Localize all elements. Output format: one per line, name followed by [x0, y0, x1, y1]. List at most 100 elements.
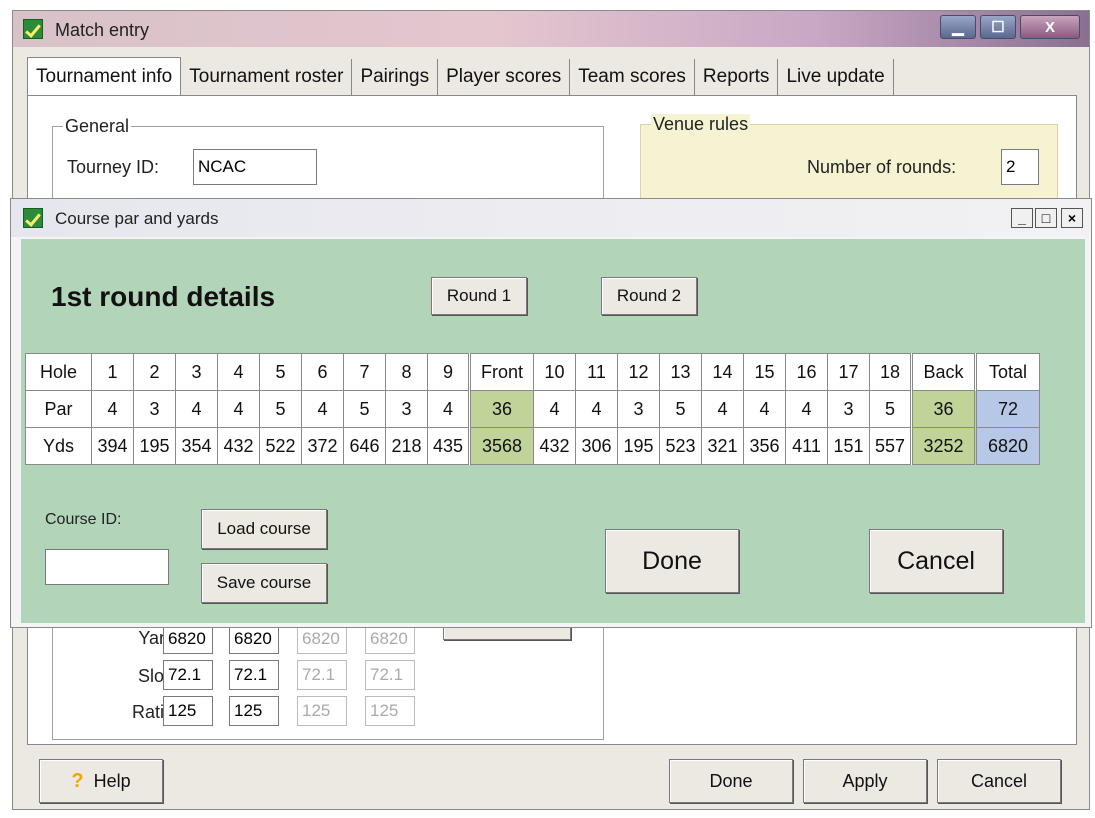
par-cell[interactable]: 4 [91, 390, 134, 428]
par-cell[interactable]: 5 [869, 390, 912, 428]
dialog-body: 1st round details Round 1 Round 2 Hole 1… [21, 239, 1085, 623]
par-back-total: 36 [910, 390, 976, 428]
help-button[interactable]: ? Help [39, 759, 163, 803]
yds-cell[interactable]: 218 [385, 427, 428, 465]
rating-input-3[interactable] [297, 696, 347, 726]
yds-cell[interactable]: 557 [869, 427, 912, 465]
yards-input-1[interactable] [163, 624, 213, 654]
yards-input-4[interactable] [365, 624, 415, 654]
tab-reports[interactable]: Reports [694, 59, 779, 95]
par-cell[interactable]: 4 [217, 390, 260, 428]
hole-header: 11 [575, 353, 618, 391]
round-2-button[interactable]: Round 2 [601, 277, 697, 315]
minimize-button[interactable]: ▁ [940, 15, 976, 39]
par-cell[interactable]: 5 [659, 390, 702, 428]
tab-tournament-roster[interactable]: Tournament roster [181, 59, 353, 95]
yds-cell[interactable]: 522 [259, 427, 302, 465]
save-course-button[interactable]: Save course [201, 563, 327, 603]
par-cell[interactable]: 4 [575, 390, 618, 428]
yds-cell[interactable]: 306 [575, 427, 618, 465]
main-titlebar[interactable]: Match entry ▁ ☐ X [13, 11, 1089, 47]
tab-pairings[interactable]: Pairings [352, 59, 439, 95]
par-cell[interactable]: 4 [743, 390, 786, 428]
par-cell[interactable]: 3 [827, 390, 870, 428]
course-id-input[interactable] [45, 549, 169, 585]
hole-header: 12 [617, 353, 660, 391]
total-header: Total [974, 353, 1040, 391]
hole-header-label: Hole [25, 353, 92, 391]
hole-header: 9 [427, 353, 470, 391]
par-cell[interactable]: 3 [133, 390, 176, 428]
par-cell[interactable]: 4 [175, 390, 218, 428]
course-stats-group: Yards: Slope: Rating: [52, 616, 604, 740]
yds-cell[interactable]: 432 [217, 427, 260, 465]
yds-cell[interactable]: 356 [743, 427, 786, 465]
dialog-cancel-button[interactable]: Cancel [869, 529, 1003, 593]
slope-input-3[interactable] [297, 660, 347, 690]
slope-input-4[interactable] [365, 660, 415, 690]
tab-player-scores[interactable]: Player scores [438, 59, 571, 95]
par-cell[interactable]: 3 [617, 390, 660, 428]
tourney-id-input[interactable] [193, 149, 317, 185]
rating-input-1[interactable] [163, 696, 213, 726]
dialog-close-button[interactable]: × [1061, 208, 1083, 228]
close-button[interactable]: X [1020, 15, 1080, 39]
par-cell[interactable]: 3 [385, 390, 428, 428]
par-cell[interactable]: 5 [343, 390, 386, 428]
rating-input-2[interactable] [229, 696, 279, 726]
par-cell[interactable]: 5 [259, 390, 302, 428]
load-course-button[interactable]: Load course [201, 509, 327, 549]
round-heading: 1st round details [51, 281, 276, 312]
hole-header: 6 [301, 353, 344, 391]
hole-header: 4 [217, 353, 260, 391]
tab-team-scores[interactable]: Team scores [570, 59, 695, 95]
yards-input-3[interactable] [297, 624, 347, 654]
dialog-titlebar[interactable]: Course par and yards _ □ × [11, 199, 1091, 237]
yds-cell[interactable]: 394 [91, 427, 134, 465]
yards-input-2[interactable] [229, 624, 279, 654]
dialog-title: Course par and yards [55, 209, 219, 228]
yds-cell[interactable]: 195 [133, 427, 176, 465]
tab-live-update[interactable]: Live update [778, 59, 894, 95]
general-group-label: General [63, 116, 132, 137]
hole-header: 15 [743, 353, 786, 391]
par-cell[interactable]: 4 [533, 390, 576, 428]
slope-input-2[interactable] [229, 660, 279, 690]
dialog-done-button[interactable]: Done [605, 529, 739, 593]
slope-input-1[interactable] [163, 660, 213, 690]
number-of-rounds-input[interactable] [1001, 149, 1039, 185]
par-cell[interactable]: 4 [785, 390, 828, 428]
footer-cancel-button[interactable]: Cancel [937, 759, 1061, 803]
dialog-minimize-button[interactable]: _ [1011, 208, 1033, 228]
yds-cell[interactable]: 523 [659, 427, 702, 465]
tab-tournament-info[interactable]: Tournament info [27, 57, 182, 95]
par-row-label: Par [25, 390, 92, 428]
par-yards-grid: Hole 1 2 3 4 5 6 7 8 9 Front 10 11 12 13… [25, 353, 1040, 465]
rating-input-4[interactable] [365, 696, 415, 726]
yds-cell[interactable]: 646 [343, 427, 386, 465]
hole-header: 13 [659, 353, 702, 391]
yds-cell[interactable]: 321 [701, 427, 744, 465]
footer-apply-button[interactable]: Apply [803, 759, 927, 803]
dialog-maximize-button[interactable]: □ [1035, 208, 1057, 228]
yds-cell[interactable]: 435 [427, 427, 470, 465]
yds-cell[interactable]: 151 [827, 427, 870, 465]
yds-cell[interactable]: 354 [175, 427, 218, 465]
round-1-button[interactable]: Round 1 [431, 277, 527, 315]
par-cell[interactable]: 4 [427, 390, 470, 428]
yds-back-total: 3252 [910, 427, 976, 465]
hole-header: 5 [259, 353, 302, 391]
yds-cell[interactable]: 432 [533, 427, 576, 465]
par-cell[interactable]: 4 [701, 390, 744, 428]
course-par-yards-dialog: Course par and yards _ □ × 1st round det… [10, 198, 1092, 628]
yds-cell[interactable]: 195 [617, 427, 660, 465]
yds-cell[interactable]: 411 [785, 427, 828, 465]
footer-done-button[interactable]: Done [669, 759, 793, 803]
maximize-button[interactable]: ☐ [980, 15, 1016, 39]
course-id-label: Course ID: [45, 511, 122, 528]
par-cell[interactable]: 4 [301, 390, 344, 428]
venue-rules-group: Venue rules Number of rounds: [640, 114, 1058, 204]
yds-cell[interactable]: 372 [301, 427, 344, 465]
hole-header: 16 [785, 353, 828, 391]
front-header: Front [468, 353, 534, 391]
